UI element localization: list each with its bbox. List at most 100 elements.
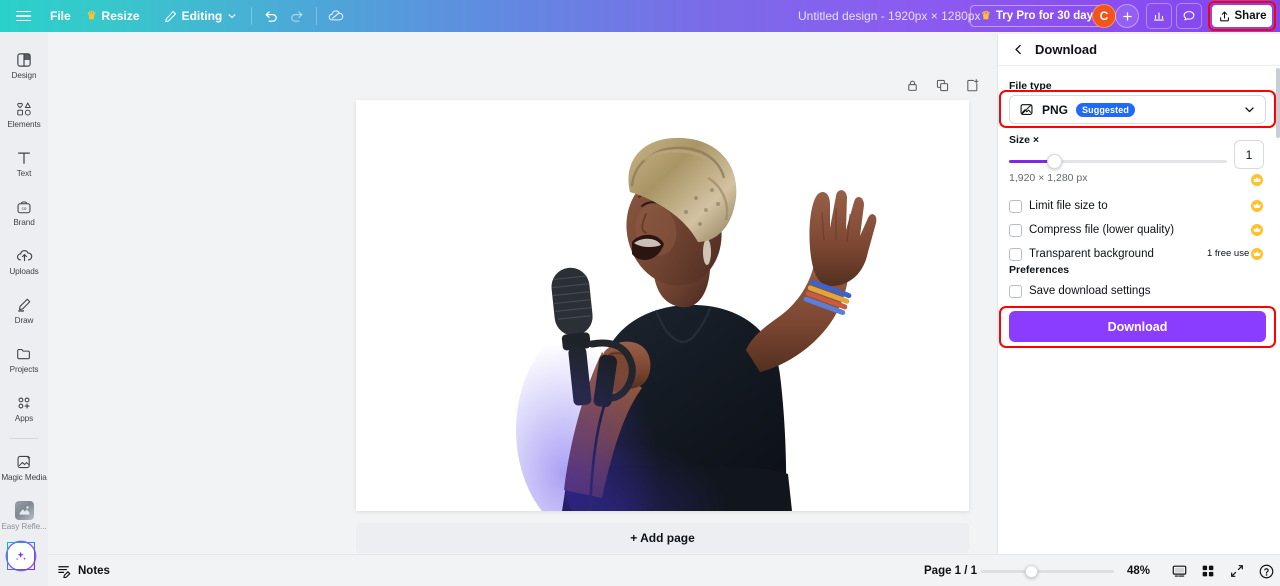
notes-button[interactable]: Notes <box>57 563 110 578</box>
easy-reflections-thumbnail <box>14 501 34 520</box>
grid-view-icon <box>1202 565 1214 577</box>
download-button-label: Download <box>1107 319 1168 334</box>
document-title[interactable]: Untitled design - 1920px × 1280px <box>798 0 980 32</box>
sidebar-item-label: Easy Refle... <box>1 522 47 531</box>
lock-page-button[interactable] <box>900 73 924 97</box>
free-use-note: 1 free use <box>1207 248 1250 259</box>
duplicate-icon <box>936 79 948 91</box>
add-collaborator-button[interactable] <box>1115 4 1139 28</box>
panel-scrollbar[interactable] <box>1276 68 1280 138</box>
undo-button[interactable] <box>258 3 284 29</box>
zoom-slider-track[interactable] <box>981 570 1114 573</box>
try-pro-button[interactable]: ♛ Try Pro for 30 days <box>970 5 1111 27</box>
apps-grid-icon <box>15 393 33 412</box>
duplicate-page-button[interactable] <box>930 73 954 97</box>
download-panel-header: Download <box>998 34 1280 66</box>
projects-folder-icon <box>15 344 33 363</box>
option-label: Compress file (lower quality) <box>1029 224 1175 236</box>
chevron-left-icon <box>1015 44 1021 55</box>
hamburger-menu-button[interactable] <box>10 3 36 29</box>
sidebar-item-label: Design <box>11 71 37 80</box>
sidebar-item-design[interactable]: Design <box>0 41 48 89</box>
crown-icon <box>1251 247 1263 260</box>
add-page-icon <box>966 78 978 91</box>
design-page-canvas[interactable] <box>356 100 969 511</box>
crown-icon <box>1251 173 1263 186</box>
zoom-slider-handle[interactable] <box>1025 565 1038 578</box>
limit-file-size-checkbox[interactable] <box>1009 199 1022 213</box>
plus-icon <box>1122 11 1132 21</box>
size-slider-handle[interactable] <box>1047 154 1062 169</box>
sidebar-item-uploads[interactable]: Uploads <box>0 237 48 285</box>
option-limit-file-size[interactable]: Limit file size to <box>1009 197 1108 215</box>
magic-studio-button[interactable] <box>7 542 35 570</box>
design-icon <box>15 50 33 69</box>
size-pixel-note: 1,920 × 1,280 px <box>1009 172 1088 184</box>
sidebar-item-label: Apps <box>14 414 34 423</box>
back-button[interactable] <box>1012 43 1025 56</box>
uploads-cloud-icon <box>15 246 34 265</box>
crown-icon: ♛ <box>86 9 97 22</box>
lock-icon <box>907 80 917 91</box>
add-page-button[interactable] <box>960 73 984 97</box>
option-save-download-settings[interactable]: Save download settings <box>1009 282 1150 300</box>
share-upload-icon <box>1219 10 1229 21</box>
redo-button[interactable] <box>284 3 310 29</box>
grid-view-button[interactable] <box>1195 558 1221 584</box>
cloud-save-status-button[interactable] <box>323 3 349 29</box>
size-multiplier-input[interactable]: 1 <box>1234 140 1264 169</box>
insights-button[interactable] <box>1146 3 1172 29</box>
sidebar-item-apps[interactable]: Apps <box>0 384 48 432</box>
option-transparent-background[interactable]: Transparent background <box>1009 245 1154 263</box>
sidebar-item-label: Text <box>16 169 32 178</box>
zoom-level: 48% <box>1127 564 1151 577</box>
comments-button[interactable] <box>1176 3 1202 29</box>
resize-button[interactable]: ♛ Resize <box>79 4 148 28</box>
sidebar-item-draw[interactable]: Draw <box>0 286 48 334</box>
avatar-initial: C <box>1099 9 1109 23</box>
download-panel-title: Download <box>1035 42 1098 57</box>
sidebar-item-magic-media[interactable]: Magic Media <box>0 443 48 491</box>
sidebar-item-text[interactable]: Text <box>0 139 48 187</box>
size-slider-track[interactable] <box>1009 160 1227 163</box>
magic-media-icon <box>15 452 33 471</box>
sidebar-item-brand[interactable]: co Brand <box>0 188 48 236</box>
add-page-bar[interactable]: + Add page <box>356 523 969 553</box>
preferences-label: Preferences <box>1009 264 1070 276</box>
file-menu-button[interactable]: File <box>42 4 79 28</box>
page-view-button[interactable] <box>1166 558 1192 584</box>
crown-icon <box>1251 199 1263 212</box>
compress-file-checkbox[interactable] <box>1009 223 1022 237</box>
chevron-down-icon <box>228 14 236 19</box>
transparent-background-checkbox[interactable] <box>1009 247 1022 261</box>
comment-bubble-icon <box>1183 11 1195 21</box>
sidebar-item-label: Magic Media <box>1 473 47 482</box>
bottom-status-bar: Notes Page 1 / 1 48% <box>48 554 1280 586</box>
fullscreen-button[interactable] <box>1224 558 1250 584</box>
sidebar-item-projects[interactable]: Projects <box>0 335 48 383</box>
editing-mode-button[interactable]: Editing <box>156 4 246 28</box>
notes-label: Notes <box>78 564 110 577</box>
redo-icon <box>291 11 303 22</box>
sidebar-item-label: Elements <box>7 120 41 129</box>
download-button[interactable]: Download <box>1009 311 1266 342</box>
share-button[interactable]: Share <box>1212 5 1272 27</box>
option-compress-file[interactable]: Compress file (lower quality) <box>1009 221 1174 239</box>
help-button[interactable] <box>1253 558 1279 584</box>
sidebar-item-label: Projects <box>9 365 39 374</box>
notes-icon <box>58 566 71 578</box>
sidebar-item-elements[interactable]: Elements <box>0 90 48 138</box>
option-label: Save download settings <box>1029 285 1151 297</box>
save-download-settings-checkbox[interactable] <box>1009 284 1022 298</box>
sidebar-item-easy-reflections[interactable]: Easy Refle... <box>0 492 48 540</box>
file-menu-label: File <box>50 9 71 23</box>
sidebar-item-label: Uploads <box>9 267 39 276</box>
bar-chart-icon <box>1154 12 1164 21</box>
expand-icon <box>1231 565 1243 577</box>
help-circle-icon <box>1259 564 1273 578</box>
file-type-select[interactable]: PNG Suggested <box>1009 95 1266 124</box>
canvas-area: + Add page <box>48 32 997 554</box>
avatar[interactable]: C <box>1092 4 1116 28</box>
add-page-label: + Add page <box>630 531 695 545</box>
try-pro-label: Try Pro for 30 days <box>995 10 1100 22</box>
